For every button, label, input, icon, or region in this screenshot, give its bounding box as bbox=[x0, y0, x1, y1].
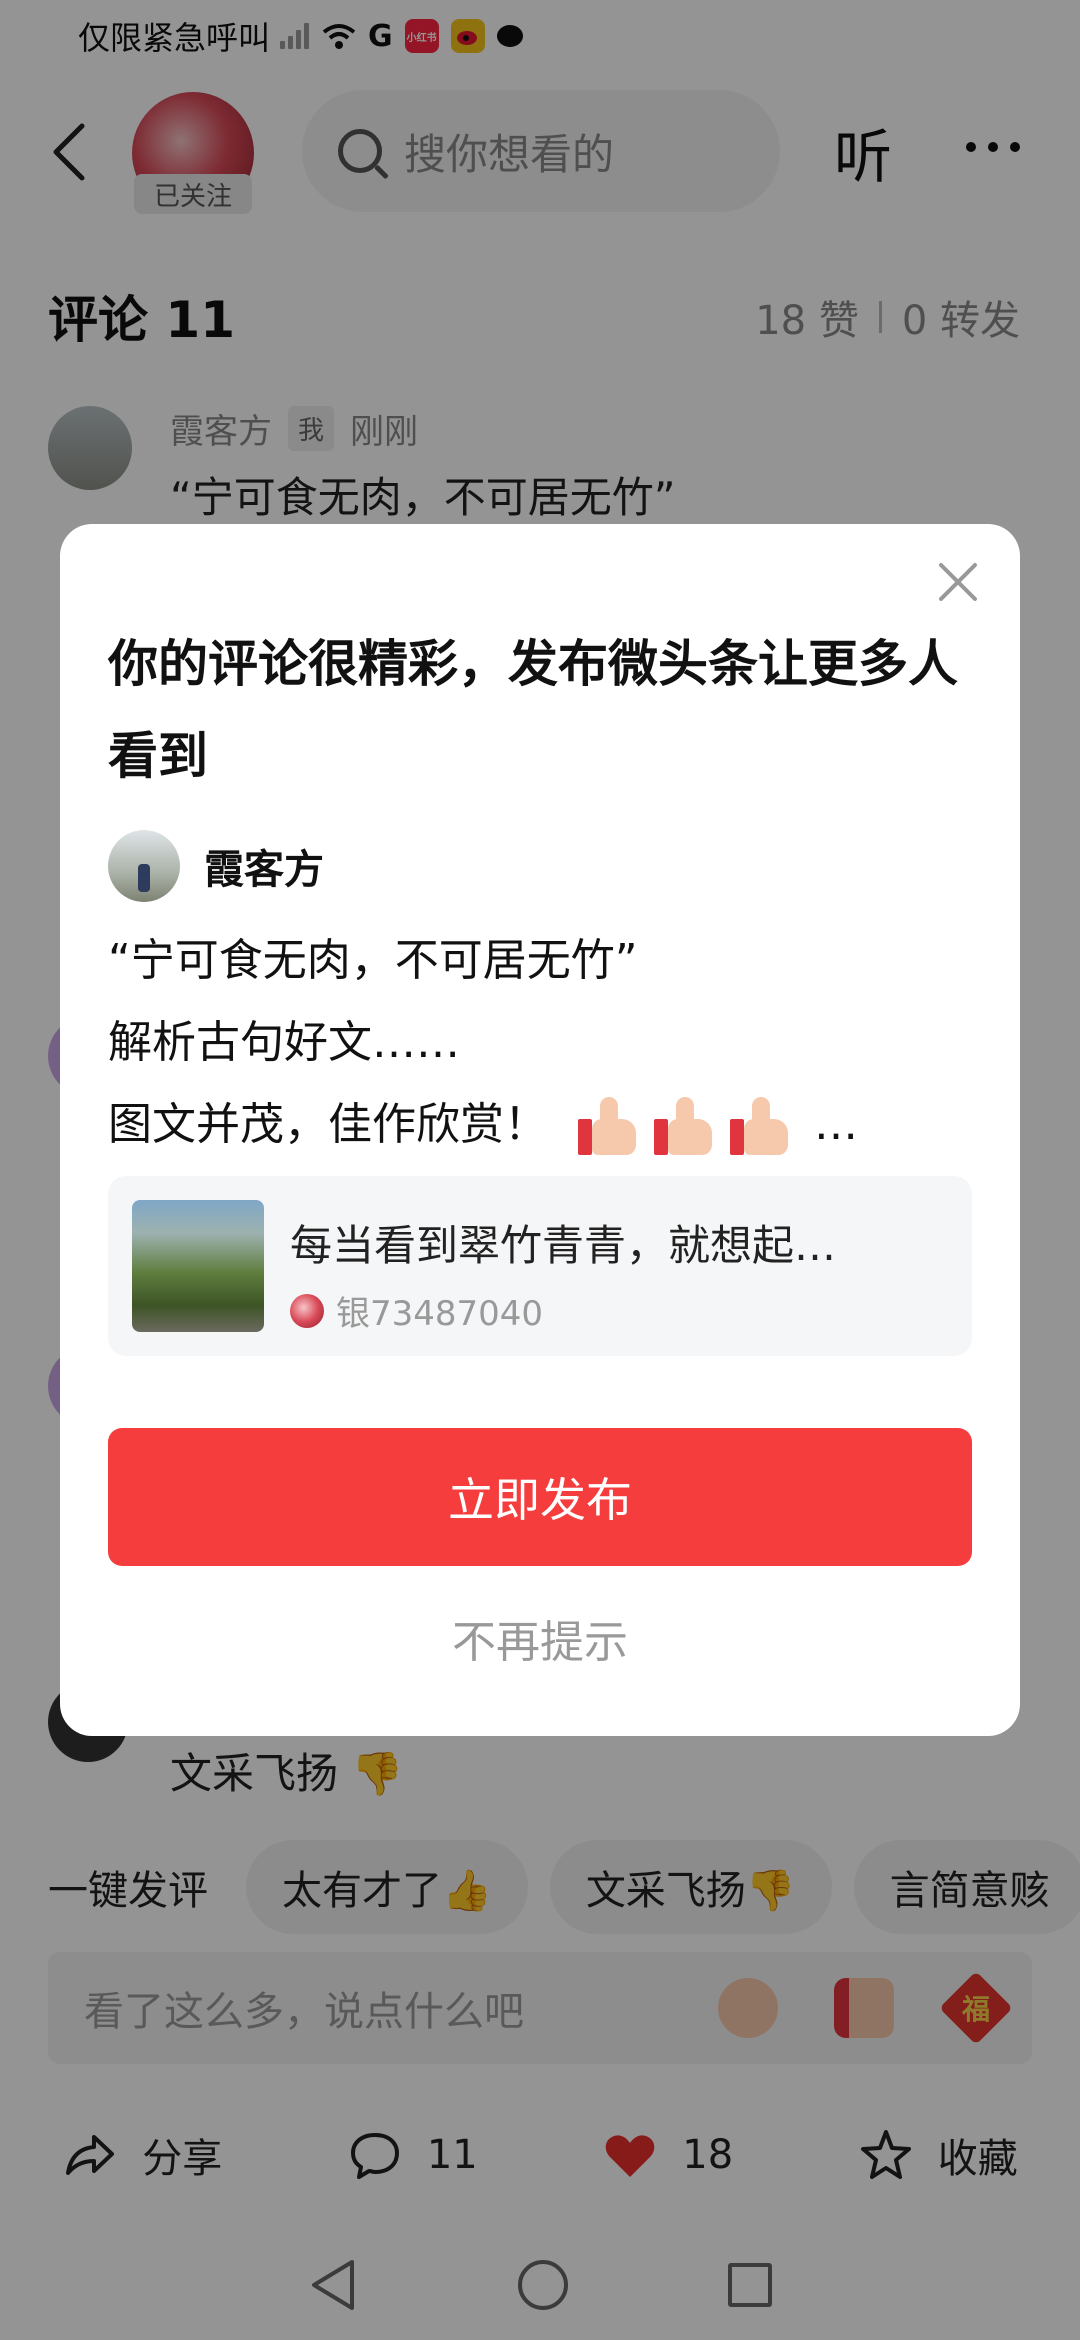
thumbs-up-icon bbox=[652, 1095, 716, 1159]
author-row: 霞客方 bbox=[108, 830, 324, 902]
article-source: 银73487040 bbox=[290, 1286, 543, 1335]
body-line: 图文并茂，佳作欣赏！ bbox=[108, 1099, 548, 1150]
publish-now-button[interactable]: 立即发布 bbox=[108, 1428, 972, 1566]
body-line: 解析古句好文…… bbox=[108, 1017, 460, 1068]
body-ellipsis: … bbox=[814, 1099, 858, 1150]
article-thumbnail bbox=[132, 1200, 264, 1332]
thumbs-up-emojis bbox=[576, 1095, 792, 1159]
thumbs-up-icon bbox=[576, 1095, 640, 1159]
article-title: 每当看到翠竹青青，就想起… bbox=[290, 1221, 837, 1270]
shared-article-card[interactable]: 每当看到翠竹青青，就想起… 银73487040 bbox=[108, 1176, 972, 1356]
avatar bbox=[108, 830, 180, 902]
body-line: “宁可食无肉，不可居无竹” bbox=[108, 935, 638, 986]
dont-show-again-button[interactable]: 不再提示 bbox=[60, 1606, 1020, 1670]
dialog-body: “宁可食无肉，不可居无竹” 解析古句好文…… 图文并茂，佳作欣赏！ … bbox=[108, 920, 858, 1166]
body-line-3: 图文并茂，佳作欣赏！ … bbox=[108, 1084, 858, 1166]
dialog-title: 你的评论很精彩，发布微头条让更多人看到 bbox=[108, 635, 958, 785]
author-name: 霞客方 bbox=[204, 847, 324, 893]
source-name: 银73487040 bbox=[336, 1294, 544, 1334]
publish-prompt-dialog: 你的评论很精彩，发布微头条让更多人看到 霞客方 “宁可食无肉，不可居无竹” 解析… bbox=[60, 524, 1020, 1736]
close-icon[interactable] bbox=[936, 560, 980, 604]
avatar bbox=[290, 1293, 324, 1328]
thumbs-up-icon bbox=[728, 1095, 792, 1159]
